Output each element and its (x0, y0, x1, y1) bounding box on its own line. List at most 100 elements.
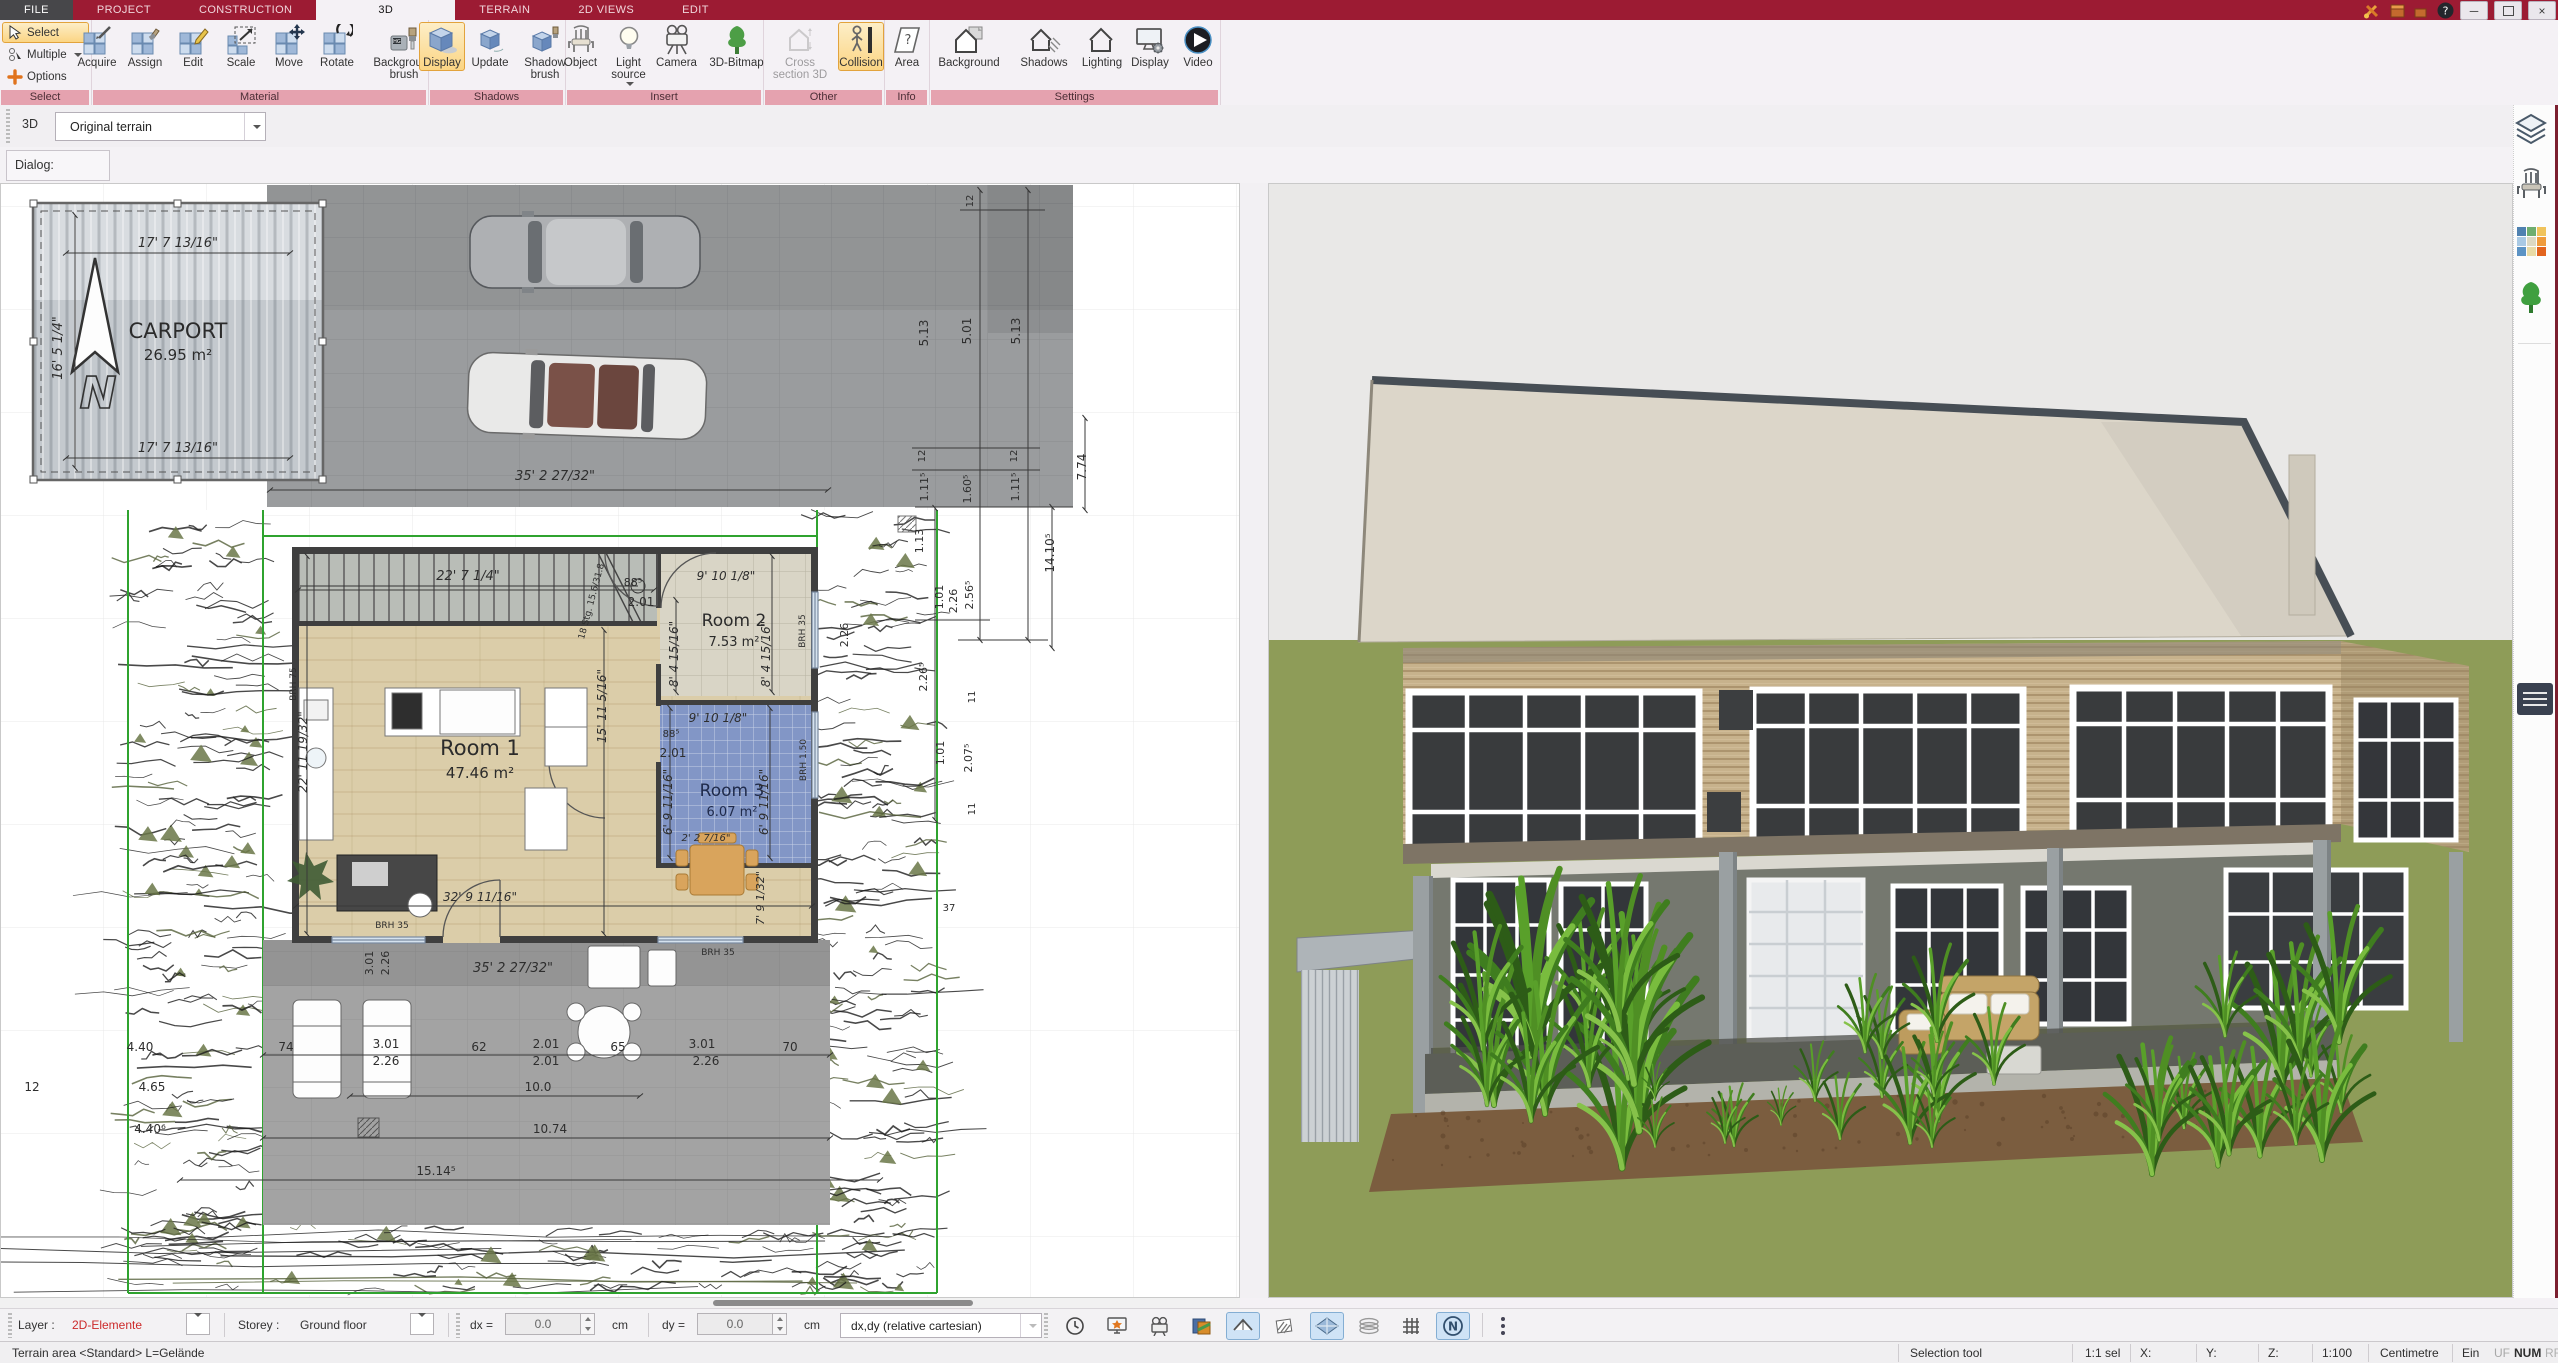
toolbar-grip[interactable] (456, 1313, 460, 1338)
dimension-label: 2.26 (838, 623, 851, 648)
toolbar-grip[interactable] (6, 109, 10, 143)
tab-2d-views[interactable]: 2D VIEWS (554, 0, 658, 20)
video-settings-button[interactable]: Video (1175, 22, 1221, 71)
video-play-icon (1182, 24, 1214, 56)
storey-value[interactable]: Ground floor (300, 1318, 367, 1332)
collision-button[interactable]: Collision (838, 22, 884, 71)
more-tools-button[interactable] (1492, 1312, 1514, 1340)
cursor-icon (7, 25, 23, 41)
tiles-display-toggle[interactable] (1310, 1312, 1344, 1340)
tab-edit[interactable]: EDIT (658, 0, 733, 20)
layer-views-icon[interactable] (2514, 112, 2548, 146)
insert-light-source-button[interactable]: Light source (606, 22, 652, 88)
area-button[interactable]: ? Area (884, 22, 930, 71)
panel-drag-handle[interactable] (2517, 683, 2553, 715)
room-area: 6.07 m² (707, 805, 758, 820)
bottom-toolbar: Layer : 2D-Elemente Storey : Ground floo… (0, 1308, 2558, 1342)
video-button[interactable] (1142, 1312, 1176, 1340)
terrain-select[interactable]: Original terrain (55, 112, 266, 141)
grid-toggle[interactable] (1394, 1312, 1428, 1340)
lighting-house-icon (1085, 24, 1119, 56)
num-lock-indicator: NUM (2514, 1346, 2541, 1360)
right-catalog-toolbar (2513, 105, 2558, 1298)
ribbon-group-shadows: Display Update Shadow brush Shadows (429, 20, 566, 105)
storey-select-arrow[interactable] (410, 1313, 434, 1335)
rotate-button[interactable]: Rotate (314, 22, 360, 71)
dimension-label: 2.26⁵ (917, 663, 930, 692)
close-button[interactable]: × (2528, 1, 2556, 20)
tab-terrain[interactable]: TERRAIN (455, 0, 554, 20)
coordinate-mode-select[interactable]: dx,dy (relative cartesian) (840, 1313, 1042, 1338)
scale-button[interactable]: Scale (218, 22, 264, 71)
dimension-label: 12 (917, 450, 928, 463)
cross-section-3d-button[interactable]: Cross section 3D (764, 22, 836, 84)
toolbar-grip[interactable] (8, 1313, 12, 1338)
dimension-label: BRH 35 (701, 948, 735, 958)
textures-display-toggle[interactable] (1352, 1312, 1386, 1340)
tools-icon[interactable] (2363, 3, 2383, 19)
layer-select-arrow[interactable] (186, 1313, 210, 1335)
material-catalog-button[interactable] (1184, 1312, 1218, 1340)
history-button[interactable] (1058, 1312, 1092, 1340)
edit-button[interactable]: Edit (170, 22, 216, 71)
group-label: Material (93, 90, 426, 105)
dialog-toolbar: Dialog: (0, 147, 2558, 184)
restore-button[interactable] (2494, 1, 2522, 20)
horizontal-scrollbar[interactable] (0, 1298, 1240, 1308)
dimension-label: 9' 10 1/8" (689, 711, 748, 725)
dx-stepper[interactable] (580, 1313, 595, 1335)
tab-file[interactable]: FILE (0, 0, 73, 20)
plan-2d-view[interactable]: N CARPORT 26.95 m² (0, 183, 1240, 1298)
layer-value[interactable]: 2D-Elemente (72, 1318, 142, 1332)
roof-display-toggle[interactable] (1226, 1312, 1260, 1340)
svg-text:HG: HG (393, 39, 401, 45)
toolbar-grip[interactable] (1044, 1313, 1048, 1338)
objects-icon[interactable] (2514, 168, 2548, 202)
dimension-label: 2.26 (947, 589, 960, 614)
package-icon[interactable] (2389, 3, 2407, 19)
display-shadows-button[interactable]: Display (419, 22, 465, 71)
hatch-display-toggle[interactable] (1268, 1312, 1302, 1340)
svg-text:N: N (1448, 1320, 1458, 1334)
tab-construction[interactable]: CONSTRUCTION (175, 0, 316, 20)
insert-camera-button[interactable]: Camera (654, 22, 700, 71)
update-shadows-button[interactable]: Update (467, 22, 513, 71)
shadows-settings-button[interactable]: Shadows (1011, 22, 1077, 71)
move-button[interactable]: Move (266, 22, 312, 71)
insert-object-button[interactable]: Object (558, 22, 604, 71)
tab-3d[interactable]: 3D (316, 0, 455, 20)
cube-icon (474, 24, 506, 56)
dimension-label: 9' 10 1/8" (697, 569, 756, 583)
scale-indicator[interactable]: 1:100 (2322, 1346, 2352, 1360)
insert-3d-bitmap-button[interactable]: 3D-Bitmap (702, 22, 772, 71)
pane-splitter[interactable] (1240, 183, 1268, 1298)
display-settings-button[interactable]: Display (1127, 22, 1173, 71)
dy-stepper[interactable] (772, 1313, 787, 1335)
scrollbar-thumb[interactable] (713, 1300, 973, 1306)
video-icon (1148, 1316, 1170, 1336)
ribbon-group-settings: Background Shadows Lighting Display Vide… (930, 20, 1221, 105)
dimension-label: 6' 9 11/16" (757, 769, 771, 835)
dimension-label: 2.01 (628, 595, 655, 609)
render-3d-canvas (1269, 184, 2512, 1297)
assign-button[interactable]: Assign (122, 22, 168, 71)
minimize-button[interactable]: ─ (2460, 1, 2488, 20)
chevron-down-icon (244, 113, 265, 140)
export-icon[interactable] (2413, 3, 2431, 19)
dy-input[interactable]: 0.0 (697, 1313, 773, 1335)
group-label: Insert (567, 90, 761, 105)
lighting-settings-button[interactable]: Lighting (1079, 22, 1125, 71)
tab-project[interactable]: PROJECT (73, 0, 175, 20)
coord-z: Z: (2268, 1346, 2279, 1360)
unit-indicator[interactable]: Centimetre (2380, 1346, 2439, 1360)
north-toggle[interactable]: N (1436, 1312, 1470, 1340)
help-icon[interactable]: ? (2437, 2, 2454, 19)
materials-icon[interactable] (2514, 224, 2548, 258)
plants-icon[interactable] (2514, 280, 2548, 314)
view-3d[interactable] (1268, 183, 2513, 1298)
dy-unit: cm (804, 1318, 820, 1332)
render-button[interactable] (1100, 1312, 1134, 1340)
background-settings-button[interactable]: Background (929, 22, 1009, 71)
acquire-button[interactable]: Acquire (74, 22, 120, 71)
dx-input[interactable]: 0.0 (505, 1313, 581, 1335)
